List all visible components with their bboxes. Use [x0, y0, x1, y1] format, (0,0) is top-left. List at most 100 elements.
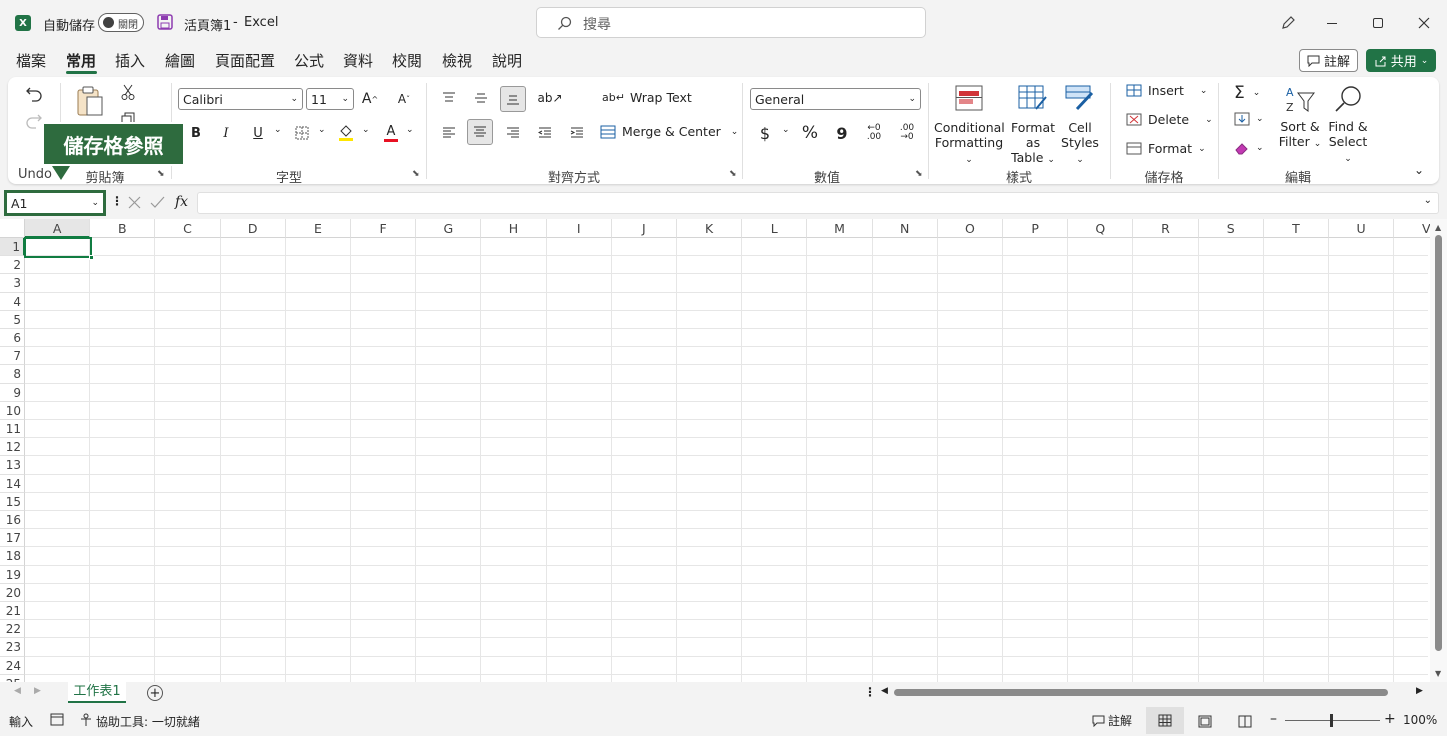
macro-record-icon[interactable]	[50, 713, 64, 726]
fill-handle[interactable]	[89, 255, 94, 260]
cell-styles-button[interactable]: Cell Styles ⌄	[1058, 85, 1102, 165]
vertical-scroll-thumb[interactable]	[1435, 235, 1442, 651]
column-header-t[interactable]: T	[1263, 219, 1329, 238]
page-break-view-button[interactable]	[1236, 712, 1254, 730]
zoom-slider[interactable]	[1285, 714, 1380, 727]
dialog-launcher-icon[interactable]: ⬊	[729, 169, 737, 179]
row-header-15[interactable]: 15	[0, 492, 25, 511]
search-box[interactable]: 搜尋	[536, 7, 926, 38]
page-layout-view-button[interactable]	[1196, 712, 1214, 730]
tab-review[interactable]: 校閱	[392, 50, 422, 71]
font-color-button[interactable]: A	[381, 122, 401, 144]
row-header-25[interactable]: 25	[0, 674, 25, 682]
row-header-23[interactable]: 23	[0, 638, 25, 657]
scroll-up-icon[interactable]: ▲	[1435, 223, 1441, 232]
row-header-4[interactable]: 4	[0, 292, 25, 311]
close-button[interactable]	[1407, 10, 1441, 36]
status-comments-button[interactable]: 註解	[1092, 712, 1132, 729]
row-header-13[interactable]: 13	[0, 456, 25, 475]
save-icon[interactable]	[157, 14, 173, 30]
align-bottom-button[interactable]	[500, 86, 526, 112]
column-header-g[interactable]: G	[416, 219, 482, 238]
column-header-s[interactable]: S	[1198, 219, 1264, 238]
chevron-down-icon[interactable]: ⌄	[274, 125, 282, 135]
expand-formula-icon[interactable]: ⌄	[1424, 195, 1432, 206]
row-header-18[interactable]: 18	[0, 547, 25, 566]
align-middle-button[interactable]	[470, 87, 492, 109]
row-header-17[interactable]: 17	[0, 529, 25, 548]
tab-insert[interactable]: 插入	[115, 50, 145, 71]
select-all-corner[interactable]	[0, 219, 25, 238]
tab-help[interactable]: 說明	[492, 50, 522, 71]
font-name-combo[interactable]: Calibri ⌄	[178, 88, 303, 110]
row-header-16[interactable]: 16	[0, 511, 25, 530]
decrease-font-button[interactable]: Aˇ	[393, 88, 415, 110]
fill-button[interactable]: ⌄	[1234, 112, 1264, 126]
tab-draw[interactable]: 繪圖	[165, 50, 195, 71]
more-options-icon[interactable]: ⋮	[111, 194, 123, 208]
font-size-combo[interactable]: 11 ⌄	[306, 88, 354, 110]
undo-button[interactable]	[22, 82, 46, 106]
zoom-slider-thumb[interactable]	[1330, 714, 1333, 727]
decrease-decimal-button[interactable]: .00 →0	[896, 122, 918, 144]
column-header-e[interactable]: E	[285, 219, 351, 238]
increase-decimal-button[interactable]: ←0.00	[863, 122, 885, 144]
row-header-11[interactable]: 11	[0, 420, 25, 439]
tab-home[interactable]: 常用	[66, 50, 96, 71]
zoom-in-icon[interactable]: +	[1384, 711, 1396, 727]
dialog-launcher-icon[interactable]: ⬊	[157, 169, 165, 179]
autosum-button[interactable]: Σ ⌄	[1234, 83, 1260, 103]
sort-filter-button[interactable]: AZ Sort & Filter ⌄	[1278, 85, 1322, 157]
scroll-right-icon[interactable]: ▶	[1416, 686, 1423, 696]
column-header-b[interactable]: B	[90, 219, 156, 238]
row-header-2[interactable]: 2	[0, 256, 25, 275]
zoom-out-icon[interactable]: –	[1270, 711, 1277, 727]
restore-button[interactable]	[1361, 10, 1395, 36]
formula-input[interactable]: ⌄	[197, 192, 1439, 214]
chevron-down-icon[interactable]: ⌄	[318, 125, 326, 135]
align-center-button[interactable]	[467, 119, 493, 145]
column-header-n[interactable]: N	[872, 219, 938, 238]
scroll-down-icon[interactable]: ▼	[1435, 669, 1441, 678]
align-top-button[interactable]	[438, 87, 460, 109]
minimize-button[interactable]	[1315, 10, 1349, 36]
tab-view[interactable]: 檢視	[442, 50, 472, 71]
dialog-launcher-icon[interactable]: ⬊	[412, 169, 420, 179]
underline-button[interactable]: U	[248, 122, 268, 144]
column-header-i[interactable]: I	[546, 219, 612, 238]
autosave-toggle[interactable]: 關閉	[98, 13, 144, 32]
merge-center-button[interactable]: Merge & Center ⌄	[600, 124, 738, 139]
increase-font-button[interactable]: A ^	[359, 88, 381, 110]
increase-indent-button[interactable]	[566, 122, 588, 144]
tab-page-layout[interactable]: 頁面配置	[215, 50, 275, 71]
number-format-combo[interactable]: General ⌄	[750, 88, 921, 110]
wrap-text-button[interactable]: ab↵ Wrap Text	[602, 90, 692, 105]
row-header-7[interactable]: 7	[0, 347, 25, 366]
tab-file[interactable]: 檔案	[16, 50, 46, 71]
column-header-o[interactable]: O	[937, 219, 1003, 238]
row-header-8[interactable]: 8	[0, 365, 25, 384]
find-select-button[interactable]: Find & Select ⌄	[1324, 85, 1372, 164]
percent-button[interactable]: %	[800, 122, 820, 144]
horizontal-scroll-thumb[interactable]	[894, 689, 1388, 696]
insert-function-icon[interactable]: fx	[175, 194, 188, 210]
decrease-indent-button[interactable]	[534, 122, 556, 144]
enter-check-icon[interactable]	[150, 196, 165, 209]
sheet-splitter-icon[interactable]: ⋮	[864, 685, 876, 699]
insert-button[interactable]: Insert ⌄	[1126, 83, 1207, 98]
column-header-a[interactable]: A	[25, 219, 91, 238]
chevron-down-icon[interactable]: ⌄	[362, 125, 370, 135]
tab-formulas[interactable]: 公式	[294, 50, 324, 71]
column-header-d[interactable]: D	[220, 219, 286, 238]
orientation-button[interactable]: ab↗	[536, 87, 564, 109]
column-header-q[interactable]: Q	[1068, 219, 1134, 238]
cancel-icon[interactable]	[128, 196, 141, 209]
vertical-scrollbar[interactable]: ▲ ▼	[1430, 219, 1447, 682]
column-header-c[interactable]: C	[155, 219, 221, 238]
row-header-3[interactable]: 3	[0, 274, 25, 293]
row-header-21[interactable]: 21	[0, 602, 25, 621]
cells-area[interactable]	[25, 238, 1428, 682]
fill-color-button[interactable]	[336, 122, 356, 144]
column-header-k[interactable]: K	[677, 219, 743, 238]
column-header-h[interactable]: H	[481, 219, 547, 238]
